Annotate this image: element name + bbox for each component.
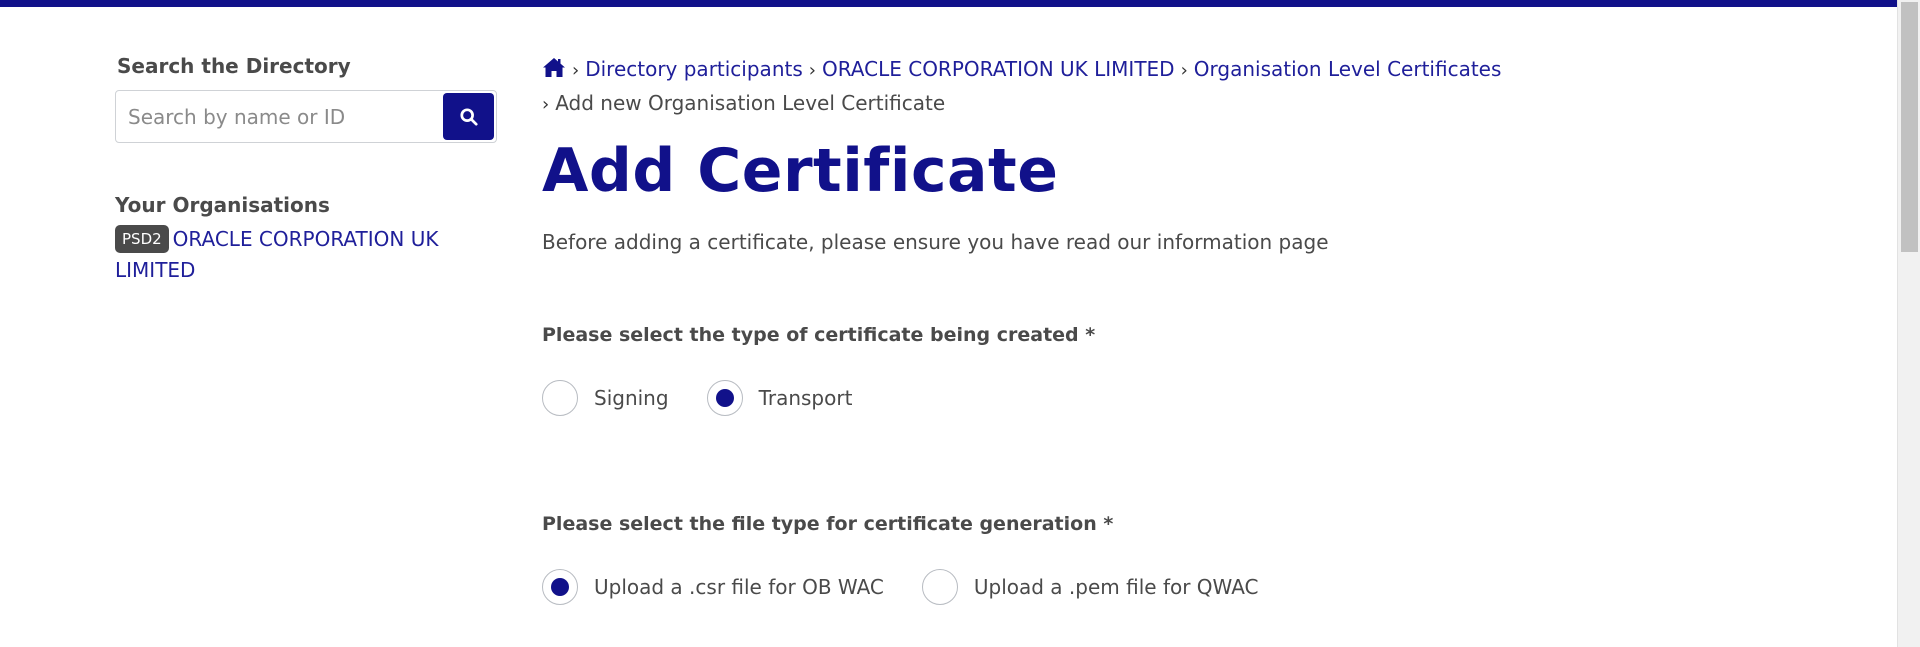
radio-option-signing[interactable]: Signing	[542, 380, 669, 416]
breadcrumb-organisation[interactable]: ORACLE CORPORATION UK LIMITED	[822, 57, 1175, 81]
scrollbar-thumb[interactable]	[1901, 2, 1918, 252]
signing-radio[interactable]	[542, 380, 578, 416]
chevron-right-icon: ›	[542, 94, 550, 115]
search-button[interactable]	[443, 93, 494, 140]
search-heading: Search the Directory	[117, 54, 351, 78]
breadcrumb-home[interactable]	[542, 55, 566, 87]
transport-radio[interactable]	[706, 380, 743, 416]
csr-radio[interactable]	[542, 569, 578, 605]
chevron-right-icon: ›	[808, 60, 816, 81]
chevron-right-icon: ›	[1180, 60, 1188, 81]
radio-option-csr[interactable]: Upload a .csr file for OB WAC	[542, 569, 884, 605]
csr-radio-label: Upload a .csr file for OB WAC	[594, 575, 884, 599]
page-title: Add Certificate	[542, 136, 1059, 206]
intro-text: Before adding a certificate, please ensu…	[542, 230, 1329, 254]
breadcrumb: › Directory participants › ORACLE CORPORATI…	[542, 53, 1622, 121]
certificate-type-label: Please select the type of certificate be…	[542, 324, 1096, 346]
vertical-scrollbar[interactable]	[1897, 0, 1920, 647]
home-icon	[543, 58, 565, 77]
pem-radio[interactable]	[921, 569, 958, 605]
breadcrumb-directory-participants[interactable]: Directory participants	[585, 57, 803, 81]
psd2-badge: PSD2	[115, 225, 169, 253]
file-type-radio-group: Upload a .csr file for OB WAC Upload a .…	[542, 569, 1259, 605]
search-box	[115, 90, 497, 143]
organisation-entry: PSD2 ORACLE CORPORATION UK LIMITED	[115, 224, 455, 286]
radio-option-pem[interactable]: Upload a .pem file for QWAC	[921, 569, 1259, 605]
signing-radio-label: Signing	[594, 386, 669, 410]
your-organisations-heading: Your Organisations	[115, 193, 330, 217]
search-input[interactable]	[128, 101, 428, 133]
certificate-type-radio-group: Signing Transport	[542, 380, 852, 416]
top-brand-bar	[0, 0, 1897, 7]
transport-radio-label: Transport	[758, 386, 853, 410]
radio-option-transport[interactable]: Transport	[706, 380, 853, 416]
breadcrumb-org-certificates[interactable]: Organisation Level Certificates	[1194, 57, 1502, 81]
pem-radio-label: Upload a .pem file for QWAC	[973, 575, 1259, 599]
search-icon	[459, 107, 478, 126]
breadcrumb-current: Add new Organisation Level Certificate	[555, 91, 946, 115]
file-type-label: Please select the file type for certific…	[542, 513, 1114, 535]
chevron-right-icon: ›	[572, 60, 580, 81]
